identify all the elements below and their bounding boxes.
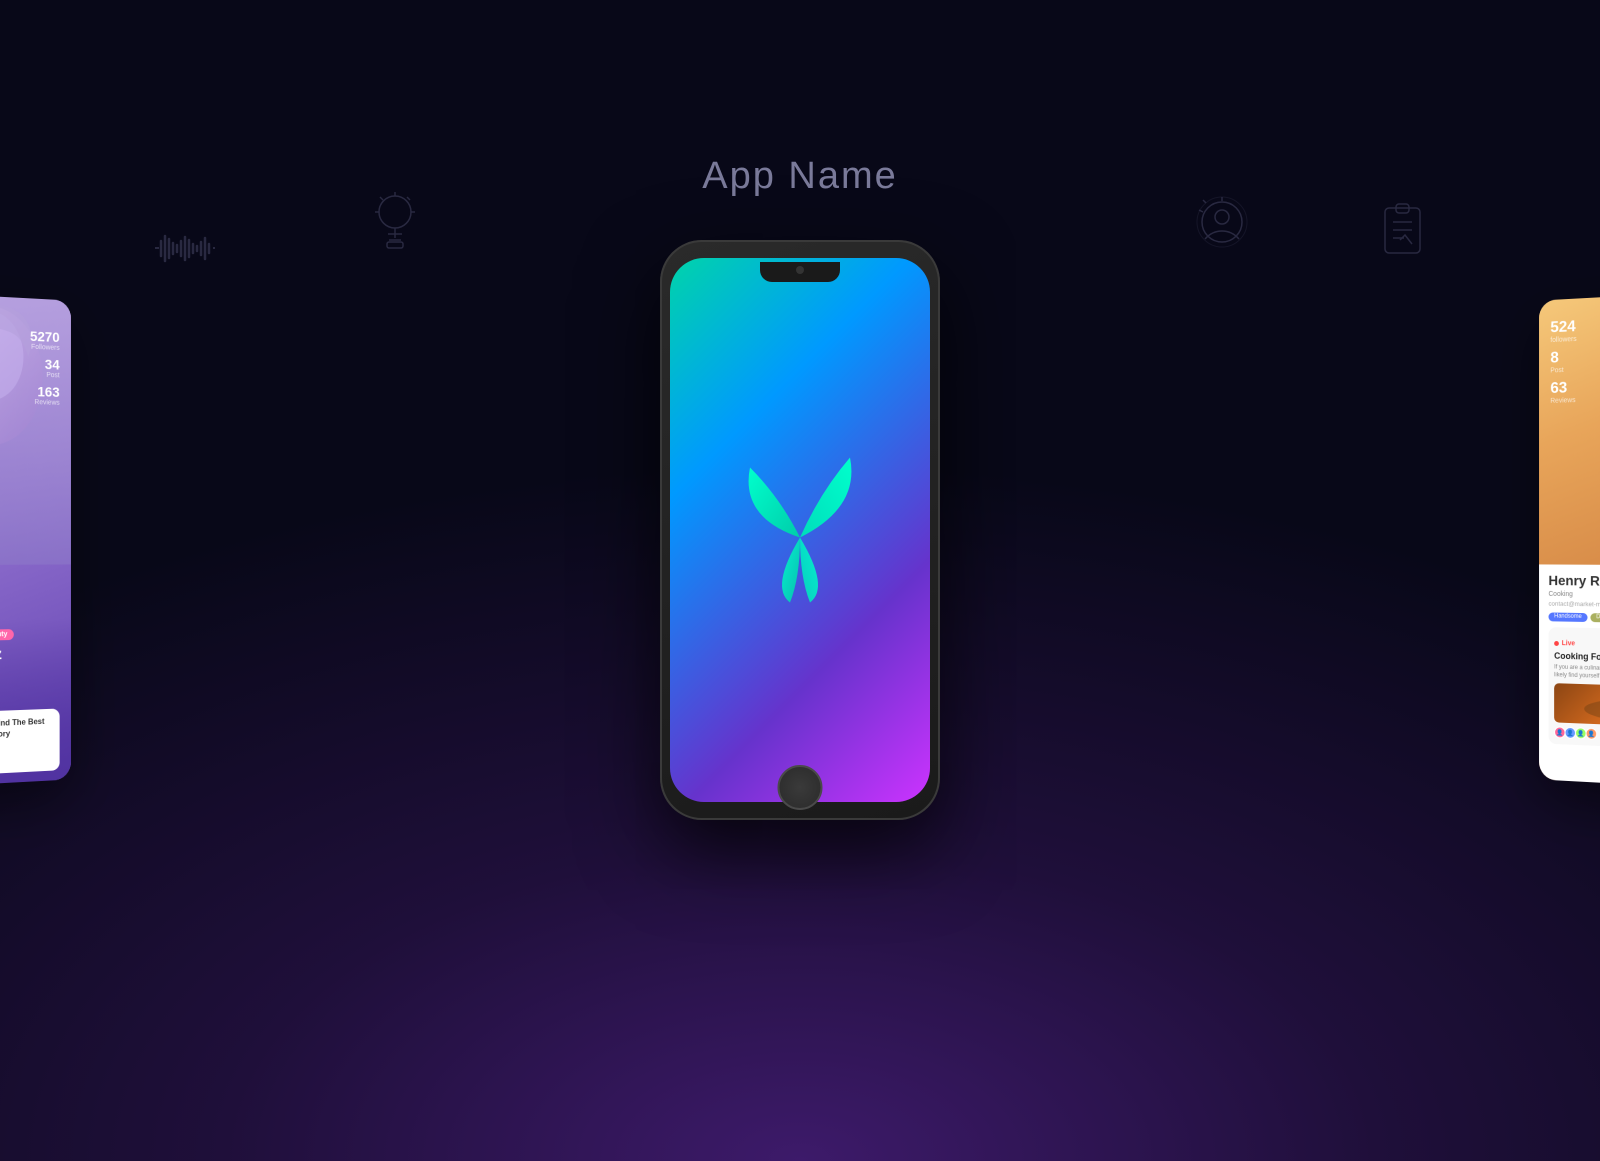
screens-container: 👩 Linnie Ramsey 221-067-4004 — [150, 280, 1450, 880]
phone-camera — [796, 266, 804, 274]
live-badge: Live — [1554, 640, 1575, 647]
main-phone — [660, 240, 940, 820]
card-avatars: 👤 👤 👤 👤 — [0, 749, 52, 769]
profile-tags: Fashion Photography Beauty — [0, 628, 60, 643]
app-title: App Name — [702, 155, 898, 198]
henry-info: Henry Rodgers Follow Cooking contact@mar… — [1539, 564, 1600, 791]
profile-role: Designer at Google — [0, 665, 60, 679]
tag-beauty: Beauty — [0, 629, 14, 641]
profile-info: Fashion Photography Beauty Blanche Vasqu… — [0, 618, 71, 790]
content-card: K-POP Compare Prices Find The Best Compu… — [0, 709, 60, 780]
clipboard-icon — [1380, 200, 1425, 273]
card-footer: 👤 👤 👤 👤 — [1554, 727, 1600, 747]
tag-desert: Desert — [1590, 613, 1600, 622]
waveform-icon — [155, 220, 215, 278]
cooking-card-desc: If you are a culinary fan, if you like t… — [1554, 663, 1600, 685]
tag-handsome: Handsome — [1548, 612, 1587, 622]
cooking-card: Live Cooking For One If you are a culina… — [1548, 627, 1600, 753]
henry-name: Henry Rodgers — [1548, 572, 1600, 589]
screen-profile-blanche: ‹ 5270 Followers 34 Post 163 Reviews Fas… — [0, 289, 71, 791]
food-image — [1554, 683, 1600, 730]
phone-bezel — [660, 240, 940, 820]
phone-screen — [670, 258, 930, 802]
phone-home-button[interactable] — [778, 765, 823, 810]
henry-email: contact@market-me.fr — [1548, 600, 1600, 610]
henry-tags: Handsome Desert Clean — [1548, 612, 1600, 624]
app-logo — [720, 448, 880, 613]
henry-role: Cooking — [1548, 590, 1600, 599]
profile-stats: 5270 Followers 34 Post 163 Reviews — [30, 328, 60, 412]
bulb-icon — [370, 190, 420, 268]
henry-stats: 524 followers 8 Post 63 Reviews — [1550, 318, 1576, 410]
screen-profile-henry: 524 followers 8 Post 63 Reviews ‹ Henry … — [1539, 289, 1600, 791]
person-circle-icon — [1195, 195, 1250, 268]
